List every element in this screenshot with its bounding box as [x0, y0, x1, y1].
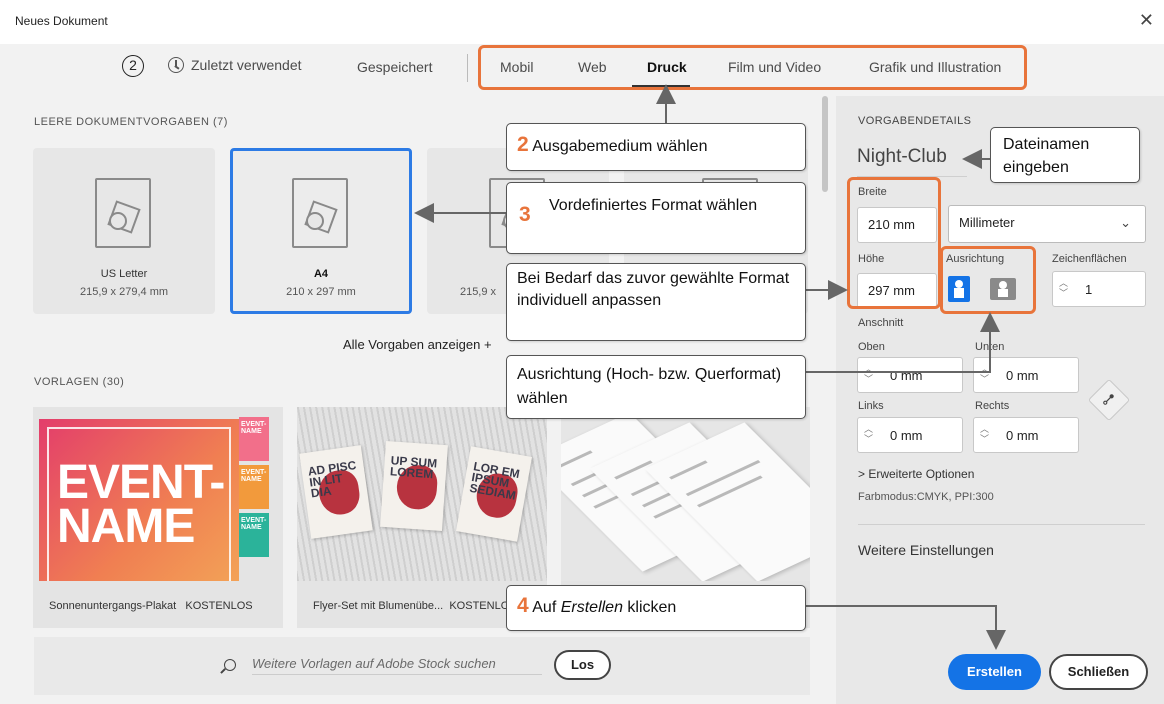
search-go-button[interactable]: Los — [554, 650, 611, 680]
bleed-left-value: 0 mm — [890, 428, 923, 443]
bleed-left-input[interactable]: ︿ ﹀ 0 mm — [857, 417, 963, 453]
templates-heading: VORLAGEN (30) — [34, 376, 125, 388]
artboards-label: Zeichenflächen — [1052, 253, 1127, 265]
clock-icon — [168, 57, 184, 73]
stock-search-bar: Weitere Vorlagen auf Adobe Stock suchen … — [34, 637, 810, 695]
bleed-right-input[interactable]: ︿ ﹀ 0 mm — [973, 417, 1079, 453]
details-divider — [858, 524, 1145, 525]
stepper-icon[interactable]: ︿ ﹀ — [980, 424, 989, 444]
template-sunset-poster[interactable]: EVENT- NAME EVENT-NAME EVENT-NAME EVENT-N… — [33, 407, 283, 628]
nav-recent[interactable]: Zuletzt verwendet — [168, 57, 302, 73]
bleed-label: Anschnitt — [858, 317, 904, 329]
presets-heading: LEERE DOKUMENTVORGABEN (7) — [34, 116, 228, 128]
poster-image: EVENT- NAME — [39, 419, 239, 581]
bleed-bottom-label: Unten — [975, 341, 1005, 353]
unit-select[interactable]: Millimeter ⌄ — [948, 205, 1146, 243]
template-thumbnail — [561, 407, 810, 581]
poster-text: EVENT- NAME — [57, 456, 225, 553]
preset-name: US Letter — [100, 268, 148, 280]
stepper-icon[interactable]: ︿ ﹀ — [864, 424, 873, 444]
advanced-options-toggle[interactable]: > Erweiterte Optionen — [858, 467, 974, 481]
scrollbar[interactable] — [822, 96, 828, 192]
details-heading: VORGABENDETAILS — [858, 115, 972, 127]
search-icon — [224, 659, 236, 671]
document-icon — [95, 178, 151, 248]
bleed-right-value: 0 mm — [1006, 428, 1039, 443]
mini-poster-image: EVENT-NAME — [239, 417, 269, 461]
bleed-top-label: Oben — [858, 341, 885, 353]
close-icon[interactable]: ✕ — [1139, 10, 1154, 31]
bleed-top-value: 0 mm — [890, 368, 923, 383]
stepper-icon[interactable]: ︿ ﹀ — [1059, 278, 1068, 298]
callout-filename: Dateinamen eingeben — [990, 127, 1140, 183]
mini-poster-image: EVENT-NAME — [239, 465, 269, 509]
callout-text: Vordefiniertes Format wählen — [549, 197, 758, 214]
callout-text: Auf — [532, 599, 561, 616]
callout-text: klicken — [622, 599, 677, 616]
bleed-top-input[interactable]: ︿ ﹀ 0 mm — [857, 357, 963, 393]
artboards-input[interactable]: ︿ ﹀ 1 — [1052, 271, 1146, 307]
size-highlight-frame — [847, 177, 941, 309]
flyer-image: AD PISC IN LIT DIA — [299, 445, 373, 539]
callout-step4: 4 Auf Erstellen klicken — [506, 585, 806, 631]
step-number: 4 — [517, 594, 529, 617]
stock-search-input[interactable]: Weitere Vorlagen auf Adobe Stock suchen — [252, 656, 542, 675]
callout-emphasis: Erstellen — [560, 599, 623, 616]
bleed-bottom-input[interactable]: ︿ ﹀ 0 mm — [973, 357, 1079, 393]
stepper-icon[interactable]: ︿ ﹀ — [980, 364, 989, 384]
template-thumbnail: EVENT- NAME EVENT-NAME EVENT-NAME EVENT-N… — [33, 407, 283, 581]
nav-divider — [467, 54, 468, 82]
bleed-left-label: Links — [858, 400, 884, 412]
document-icon — [292, 178, 348, 248]
mini-poster-image: EVENT-NAME — [239, 513, 269, 557]
chevron-down-icon: ⌄ — [1120, 215, 1131, 230]
callout-step3: 3 Vordefiniertes Format wählen — [506, 182, 806, 254]
bleed-right-label: Rechts — [975, 400, 1010, 412]
nav-saved[interactable]: Gespeichert — [357, 59, 432, 75]
flyer-image: UP SUM LOREM — [380, 440, 448, 532]
close-button[interactable]: Schließen — [1049, 654, 1148, 690]
bleed-bottom-value: 0 mm — [1006, 368, 1039, 383]
nav-recent-label: Zuletzt verwendet — [191, 57, 302, 73]
unit-select-value: Millimeter — [959, 215, 1015, 230]
stepper-icon[interactable]: ︿ ﹀ — [864, 364, 873, 384]
tabs-highlight-frame — [478, 45, 1027, 90]
callout-custom-format: Bei Bedarf das zuvor gewählte Format ind… — [506, 263, 806, 341]
create-button[interactable]: Erstellen — [948, 654, 1041, 690]
preset-size: 215,9 x 279,4 mm — [79, 286, 169, 298]
callout-step2: 2 Ausgabemedium wählen — [506, 123, 806, 171]
title-bar: Neues Dokument ✕ — [0, 0, 1164, 44]
orientation-highlight-frame — [940, 246, 1036, 314]
template-label: Sonnenuntergangs-Plakat KOSTENLOS — [49, 600, 253, 612]
preset-size: 210 x 297 mm — [286, 286, 356, 298]
template-label: Flyer-Set mit Blumenübe... KOSTENLOS — [313, 600, 517, 612]
document-name-field[interactable]: Night-Club — [857, 146, 947, 168]
preset-a4[interactable]: A4 210 x 297 mm — [230, 148, 412, 314]
window-title: Neues Dokument — [15, 14, 108, 28]
callout-orientation: Ausrichtung (Hoch- bzw. Querformat) wähl… — [506, 355, 806, 419]
step-number: 2 — [517, 133, 529, 156]
show-all-presets-link[interactable]: Alle Vorgaben anzeigen + — [343, 337, 492, 352]
preset-name: A4 — [313, 268, 329, 280]
template-thumbnail: AD PISC IN LIT DIA UP SUM LOREM LOR EM I… — [297, 407, 547, 581]
category-nav: 2 Zuletzt verwendet Gespeichert Mobil We… — [0, 44, 1164, 96]
step-number: 3 — [519, 203, 531, 226]
color-mode-text: Farbmodus:CMYK, PPI:300 — [858, 491, 994, 503]
more-settings-button[interactable]: Weitere Einstellungen — [858, 542, 994, 558]
step-badge: 2 — [122, 55, 144, 77]
callout-text: Ausgabemedium wählen — [532, 138, 708, 155]
preset-us-letter[interactable]: US Letter 215,9 x 279,4 mm — [33, 148, 215, 314]
artboards-value: 1 — [1085, 282, 1093, 297]
